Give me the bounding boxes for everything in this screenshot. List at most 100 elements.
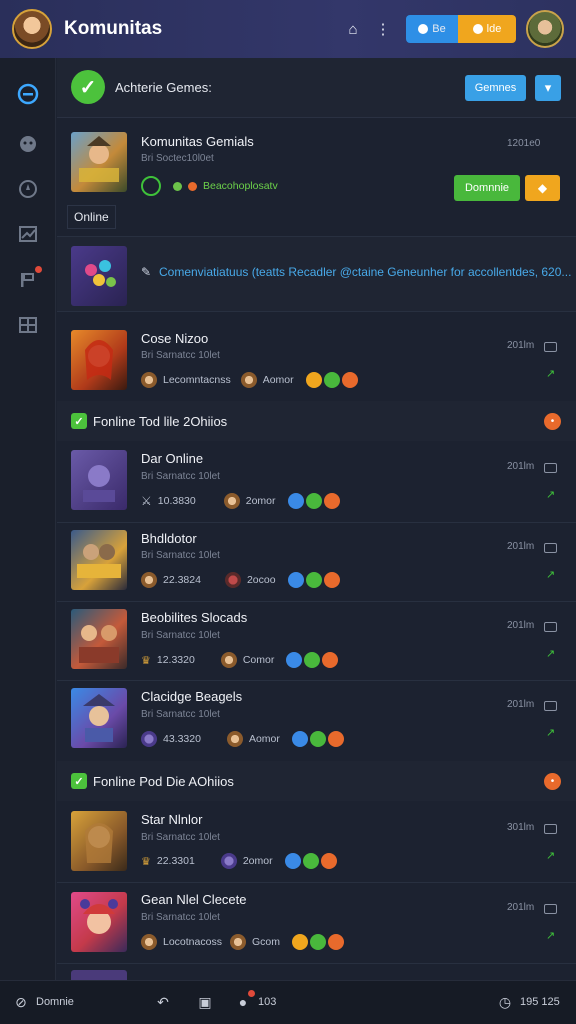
game-stat-1: 22.3824	[163, 574, 201, 586]
flag-icon[interactable]	[16, 266, 42, 292]
user-avatar[interactable]	[12, 9, 52, 49]
coin-icon	[418, 24, 429, 34]
game-title[interactable]: Dar Online	[141, 451, 203, 466]
chart-icon[interactable]: ↗	[546, 647, 555, 660]
divider	[57, 601, 576, 602]
settings-item[interactable]: ⊘ Domnie	[12, 993, 74, 1011]
notifications-button[interactable]: ● 103	[234, 990, 276, 1011]
promo-text[interactable]: Comenviatiatuus (teatts Recadler @ctaine…	[159, 265, 571, 279]
share-button[interactable]: ↶	[154, 993, 172, 1011]
chart-icon[interactable]: ↗	[546, 849, 555, 862]
profile-avatar[interactable]	[526, 10, 564, 48]
yellow-currency[interactable]: lde	[458, 15, 516, 43]
game-stat-1: 22.3301	[156, 855, 195, 867]
blue-currency[interactable]: Be	[406, 15, 458, 43]
game-stats: ⚔ 10.3830 2omor	[141, 493, 340, 509]
games-button[interactable]: Gemnes	[465, 75, 526, 101]
more-icon[interactable]: ⋮	[372, 18, 394, 40]
game-thumbnail[interactable]	[71, 970, 127, 980]
online-tag: Online	[67, 205, 116, 229]
section-header[interactable]: ✓ Fonline Pod Die AOhiios •	[57, 761, 576, 801]
message-icon[interactable]	[544, 543, 557, 553]
promo-banner[interactable]: ✎ Comenviatiatuus (teatts Recadler @ctai…	[57, 236, 576, 312]
message-icon[interactable]	[544, 622, 557, 632]
status-dots	[291, 731, 344, 747]
stats-item[interactable]: ◷ 195 125	[496, 993, 560, 1011]
game-subtitle: Bri Sarnatcc 10let	[141, 630, 220, 641]
tag-icon: ✎	[141, 265, 152, 279]
whatsapp-icon	[141, 176, 161, 196]
status-dots	[291, 934, 344, 950]
section-header[interactable]: ✓ Fonline Tod lile 2Ohiios •	[57, 401, 576, 441]
chart-icon[interactable]: ↗	[546, 929, 555, 942]
game-thumbnail[interactable]	[71, 688, 127, 748]
trophy-icon: ♛	[141, 855, 151, 868]
chart-icon[interactable]: ↗	[546, 488, 555, 501]
home-icon[interactable]: ⌂	[342, 18, 364, 40]
status-dot	[286, 652, 303, 668]
game-time: 201lm	[507, 541, 535, 552]
currency-pill[interactable]: Be lde	[406, 15, 516, 43]
status-dot	[291, 731, 308, 747]
settings-icon: ⊘	[15, 993, 27, 1010]
game-title[interactable]: Gean Nlel Clecete	[141, 892, 247, 907]
fire-icon	[188, 181, 197, 191]
message-icon[interactable]	[544, 463, 557, 473]
chart-icon[interactable]: ↗	[546, 568, 555, 581]
status-dot	[323, 572, 340, 588]
compass-icon[interactable]	[16, 177, 40, 201]
sidebar	[0, 58, 56, 980]
game-thumbnail[interactable]	[71, 530, 127, 590]
game-thumbnail[interactable]	[71, 609, 127, 669]
yellow-currency-label: lde	[486, 23, 502, 35]
player-avatar	[226, 731, 243, 747]
gem-icon	[472, 24, 483, 34]
game-title[interactable]: Bhdldotor	[141, 531, 197, 546]
chart-icon[interactable]: ↗	[546, 726, 555, 739]
status-dot	[322, 652, 339, 668]
game-time: 201lm	[507, 699, 535, 710]
stats-icon[interactable]	[16, 222, 40, 246]
featured-thumbnail[interactable]	[71, 132, 127, 192]
game-stat-2: 2omor	[245, 495, 276, 507]
app-header: Komunitas ⌂ ⋮ Be lde	[0, 0, 576, 58]
chat-icon[interactable]	[16, 132, 40, 156]
featured-title[interactable]: Komunitas Gemials	[141, 134, 254, 149]
trophy-icon: ♛	[141, 654, 151, 667]
share-icon: ↶	[157, 993, 169, 1010]
join-button[interactable]: Domnnie	[454, 175, 520, 201]
game-thumbnail[interactable]	[71, 450, 127, 510]
message-icon[interactable]	[544, 824, 557, 834]
message-icon[interactable]	[544, 342, 557, 352]
game-title[interactable]: Star Nlnlor	[141, 812, 202, 827]
favorite-button[interactable]: ◆	[525, 175, 560, 201]
player-avatar	[223, 493, 240, 509]
game-time: 201lm	[507, 340, 535, 351]
game-title[interactable]: Clacidge Beagels	[141, 689, 242, 704]
message-icon[interactable]	[544, 701, 557, 711]
player-avatar	[141, 934, 157, 950]
status-dot	[323, 493, 340, 509]
player-avatar	[220, 652, 237, 668]
status-dots	[286, 652, 339, 668]
status-dot	[305, 493, 322, 509]
game-title[interactable]: Beobilites Slocads	[141, 610, 247, 625]
status-dot	[287, 493, 304, 509]
game-thumbnail[interactable]	[71, 892, 127, 952]
game-thumbnail[interactable]	[71, 811, 127, 871]
game-stat-1: 12.3320	[156, 654, 195, 666]
chart-icon[interactable]: ↗	[546, 367, 555, 380]
filter-button[interactable]: ▾	[535, 75, 561, 101]
game-subtitle: Bri Sarnatcc 10let	[141, 350, 220, 361]
game-stat-1: Locotnacoss	[163, 936, 222, 948]
status-dot	[305, 372, 322, 388]
grid-icon[interactable]	[16, 313, 40, 337]
game-title[interactable]: Cose Nizoo	[141, 331, 208, 346]
message-icon[interactable]	[544, 904, 557, 914]
game-thumbnail[interactable]	[71, 330, 127, 390]
explore-icon[interactable]	[16, 82, 40, 106]
board-button[interactable]: ▣	[196, 993, 214, 1011]
player-avatar	[141, 731, 157, 747]
app-title: Komunitas	[64, 18, 163, 39]
status-dots	[287, 493, 340, 509]
